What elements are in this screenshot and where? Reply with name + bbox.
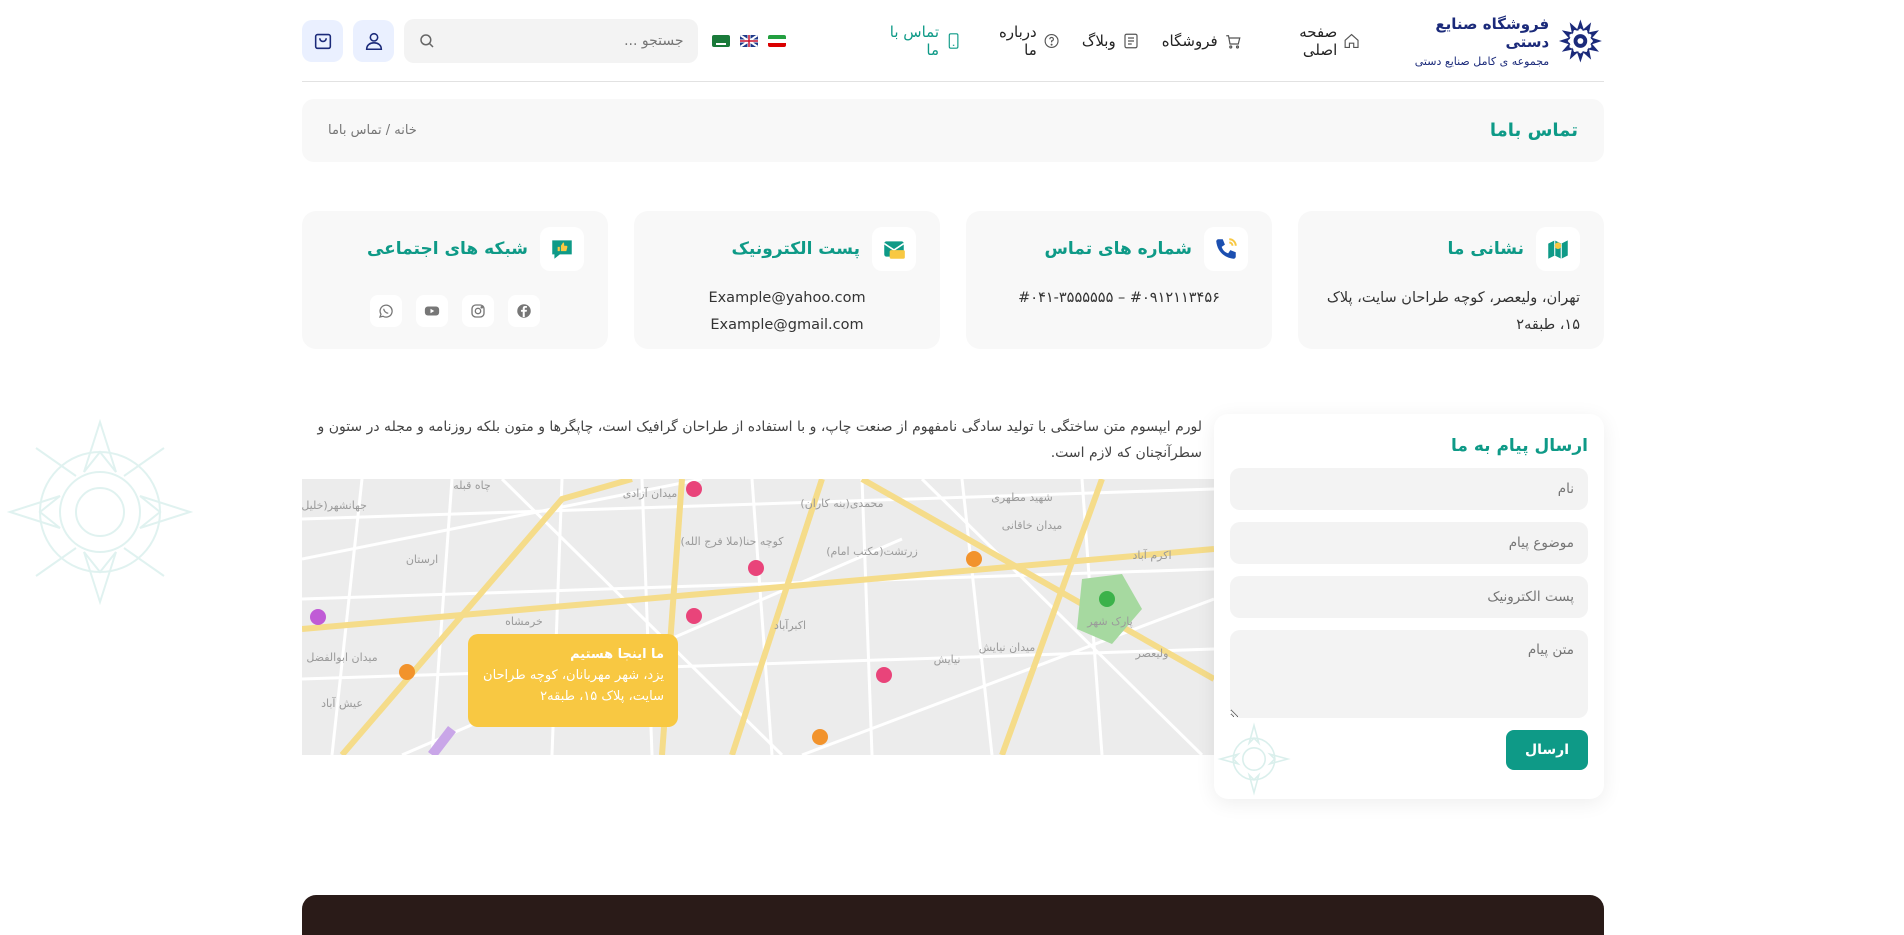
map-label: عیش آباد bbox=[321, 696, 363, 710]
address-card: نشانی ما تهران، ولیعصر، کوچه طراحان سایت… bbox=[1298, 211, 1604, 349]
map-canvas: میدان آزادی شهید مطهری میدان خاقانی اکرم… bbox=[302, 479, 1214, 755]
help-icon bbox=[1044, 33, 1059, 49]
cart-icon bbox=[1225, 35, 1241, 49]
blog-icon bbox=[1124, 33, 1138, 49]
nav-item-shop[interactable]: فروشگاه bbox=[1162, 32, 1242, 50]
mandala-ornament-left bbox=[6, 418, 194, 606]
whatsapp-icon[interactable] bbox=[370, 295, 402, 327]
phone-icon bbox=[948, 33, 959, 49]
map-label: میدان آزادی bbox=[623, 486, 678, 500]
send-button[interactable]: ارسال bbox=[1506, 730, 1588, 770]
social-card: شبکه های اجتماعی bbox=[302, 211, 608, 349]
cart-button[interactable] bbox=[302, 20, 344, 62]
nav-item-label: فروشگاه bbox=[1161, 32, 1218, 50]
contact-info-cards: نشانی ما تهران، ولیعصر، کوچه طراحان سایت… bbox=[302, 211, 1604, 349]
email-card: پست الکترونیک Example@yahoo.com Example@… bbox=[634, 211, 940, 349]
subject-field[interactable] bbox=[1230, 522, 1588, 564]
email-address[interactable]: Example@gmail.com bbox=[708, 312, 865, 339]
map-label: کوچه حنا(ملا فرج الله) bbox=[681, 535, 785, 548]
shopping-bag-icon bbox=[314, 33, 331, 50]
map-label: ولیعصر bbox=[1135, 647, 1169, 660]
language-switcher bbox=[711, 35, 786, 47]
page-title: تماس باما bbox=[1489, 120, 1578, 141]
card-title: پست الکترونیک bbox=[731, 239, 860, 259]
form-title: ارسال پیام به ما bbox=[1451, 436, 1588, 456]
envelope-icon bbox=[883, 241, 905, 259]
map-label: چاه قبله bbox=[453, 479, 491, 492]
nav-item-home[interactable]: صفحه اصلی bbox=[1264, 23, 1361, 59]
youtube-icon[interactable] bbox=[416, 295, 448, 327]
main-nav: صفحه اصلی فروشگاه وبلاگ درباره ما تماس ب… bbox=[876, 23, 1361, 59]
name-field[interactable] bbox=[1230, 468, 1588, 510]
map-label: پارک شهر bbox=[1086, 615, 1132, 628]
account-button[interactable] bbox=[353, 20, 395, 62]
search-input[interactable] bbox=[436, 33, 684, 49]
card-title: شماره های تماس bbox=[1044, 239, 1192, 259]
brand-subtitle: مجموعه ی کامل صنایع دستی bbox=[1414, 54, 1550, 68]
flag-uk-icon[interactable] bbox=[739, 35, 758, 47]
flag-saudi-icon[interactable] bbox=[711, 35, 730, 47]
chat-like-icon bbox=[552, 240, 572, 259]
map-label: محمدی(بنه کاران) bbox=[800, 497, 883, 510]
instagram-icon[interactable] bbox=[462, 295, 494, 327]
location-map[interactable]: میدان آزادی شهید مطهری میدان خاقانی اکرم… bbox=[302, 479, 1214, 755]
flag-iran-icon[interactable] bbox=[767, 35, 786, 47]
nav-item-label: درباره ما bbox=[998, 23, 1037, 59]
map-label: میدان خاقانی bbox=[1002, 519, 1063, 532]
mandala-ornament-corner bbox=[1217, 722, 1291, 796]
intro-text: لورم ایپسوم متن ساختگی با تولید سادگی نا… bbox=[317, 419, 1202, 461]
map-label: جهانشهر(خلیل) bbox=[302, 499, 367, 512]
brand[interactable]: فروشگاه صنایع دستی مجموعه ی کامل صنایع د… bbox=[1390, 15, 1604, 68]
map-label: شهید مطهری bbox=[991, 491, 1053, 504]
phone-numbers[interactable]: #۰۹۱۲۱۱۳۴۵۶ – #۰۴۱-۳۵۵۵۵۵۵ bbox=[1018, 285, 1220, 312]
email-field[interactable] bbox=[1230, 576, 1588, 618]
facebook-icon[interactable] bbox=[508, 295, 540, 327]
phone-call-icon bbox=[1216, 238, 1237, 259]
nav-item-about[interactable]: درباره ما bbox=[984, 23, 1060, 59]
home-icon bbox=[1344, 33, 1359, 49]
user-icon bbox=[365, 32, 382, 51]
nav-item-contact[interactable]: تماس با ما bbox=[876, 23, 963, 59]
email-address[interactable]: Example@yahoo.com bbox=[708, 285, 865, 312]
footer-banner bbox=[302, 895, 1604, 935]
page-header-bar: تماس باما خانه / تماس باما bbox=[302, 99, 1604, 162]
map-label: میدان نیایش bbox=[979, 641, 1036, 654]
map-pin-icon bbox=[1548, 240, 1568, 259]
card-title: نشانی ما bbox=[1447, 239, 1524, 259]
address-text: تهران، ولیعصر، کوچه طراحان سایت، پلاک ۱۵… bbox=[1326, 290, 1580, 333]
map-label: اکبرآباد bbox=[774, 618, 806, 632]
map-label: ارستان bbox=[406, 553, 438, 566]
map-label: خرمشاه bbox=[505, 615, 543, 628]
phones-card: شماره های تماس #۰۹۱۲۱۱۳۴۵۶ – #۰۴۱-۳۵۵۵۵۵… bbox=[966, 211, 1272, 349]
card-title: شبکه های اجتماعی bbox=[366, 239, 528, 259]
map-card-address: یزد، شهر مهربانان، کوچه طراحان سایت، پلا… bbox=[483, 668, 664, 704]
nav-item-label: تماس با ما bbox=[889, 23, 940, 59]
message-field[interactable] bbox=[1230, 630, 1588, 718]
breadcrumb[interactable]: خانه / تماس باما bbox=[328, 123, 417, 138]
social-links bbox=[370, 295, 540, 327]
map-label: نیایش bbox=[934, 653, 961, 666]
nav-item-label: وبلاگ bbox=[1081, 32, 1116, 50]
contact-form: ارسال پیام به ما ارسال bbox=[1214, 414, 1604, 799]
site-header: فروشگاه صنایع دستی مجموعه ی کامل صنایع د… bbox=[302, 14, 1604, 68]
nav-item-label: صفحه اصلی bbox=[1299, 23, 1338, 59]
map-card-title: ما اینجا هستیم bbox=[570, 647, 664, 662]
search-box bbox=[404, 19, 698, 63]
brand-logo-icon bbox=[1559, 19, 1603, 63]
header-divider bbox=[302, 81, 1604, 82]
map-location-card: ما اینجا هستیم یزد، شهر مهربانان، کوچه ط… bbox=[468, 634, 678, 727]
map-label: زرتشت(مکتب امام) bbox=[826, 545, 918, 558]
map-label: میدان ابوالفضل bbox=[306, 651, 377, 664]
nav-item-blog[interactable]: وبلاگ bbox=[1082, 32, 1140, 50]
brand-title: فروشگاه صنایع دستی bbox=[1435, 14, 1550, 51]
map-label: اکرم آباد bbox=[1132, 548, 1171, 562]
search-icon[interactable] bbox=[418, 32, 436, 50]
